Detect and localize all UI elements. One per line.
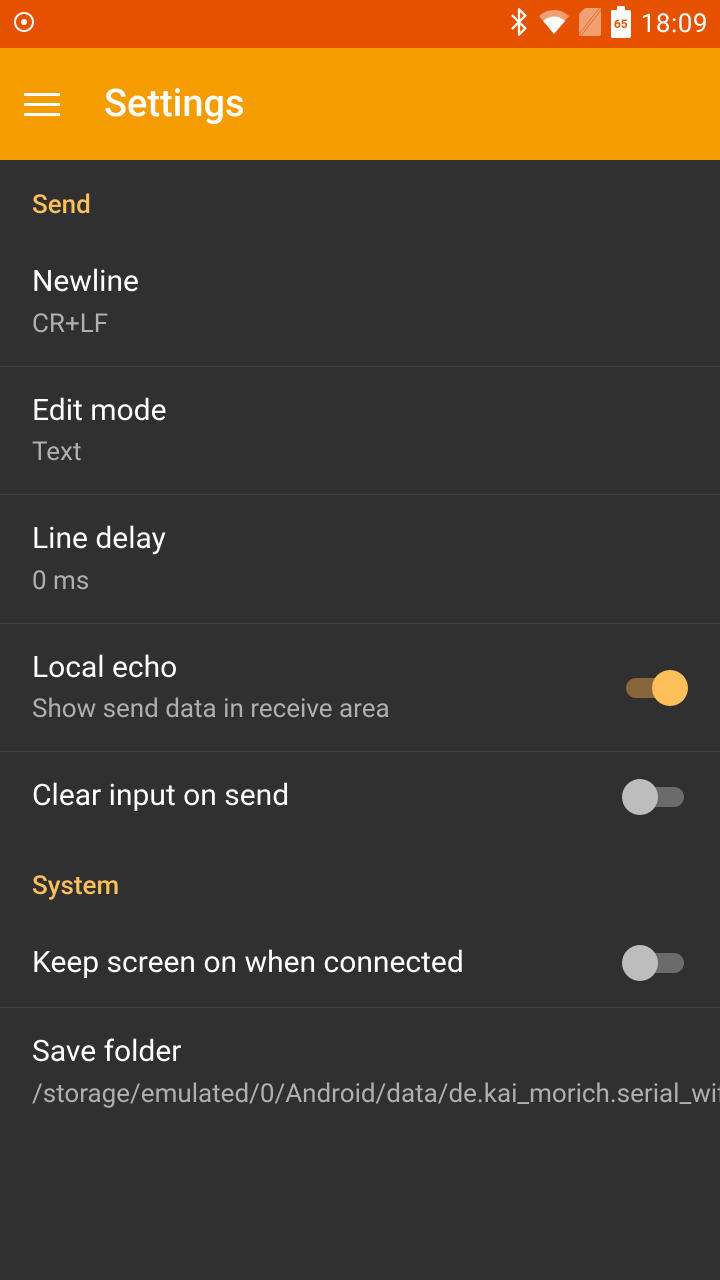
setting-save-folder[interactable]: Save folder /storage/emulated/0/Android/…	[0, 1008, 720, 1136]
no-sim-icon	[579, 8, 601, 40]
setting-title: Keep screen on when connected	[32, 943, 602, 984]
status-left	[12, 10, 36, 38]
app-bar: Settings	[0, 48, 720, 160]
setting-title: Newline	[32, 262, 688, 303]
toggle-local-echo[interactable]	[622, 670, 688, 706]
setting-title: Local echo	[32, 648, 602, 689]
setting-keep-screen-on[interactable]: Keep screen on when connected	[0, 919, 720, 1009]
battery-level: 65	[614, 17, 628, 31]
status-bar: 65 18:09	[0, 0, 720, 48]
setting-title: Line delay	[32, 519, 688, 560]
setting-local-echo[interactable]: Local echo Show send data in receive are…	[0, 624, 720, 753]
settings-list: Send Newline CR+LF Edit mode Text Line d…	[0, 160, 720, 1136]
setting-title: Edit mode	[32, 391, 688, 432]
setting-subtitle: Show send data in receive area	[32, 692, 602, 727]
status-time: 18:09	[641, 9, 708, 39]
toggle-clear-input[interactable]	[622, 779, 688, 815]
setting-value: Text	[32, 435, 688, 470]
setting-value: CR+LF	[32, 307, 688, 342]
target-icon	[12, 10, 36, 38]
menu-icon[interactable]	[24, 86, 60, 122]
bluetooth-icon	[509, 8, 529, 40]
setting-title: Save folder	[32, 1032, 688, 1073]
setting-title: Clear input on send	[32, 776, 602, 817]
status-right: 65 18:09	[509, 8, 708, 40]
setting-edit-mode[interactable]: Edit mode Text	[0, 367, 720, 496]
setting-newline[interactable]: Newline CR+LF	[0, 238, 720, 367]
battery-icon: 65	[611, 10, 631, 38]
section-header-system: System	[0, 841, 720, 919]
page-title: Settings	[104, 82, 245, 126]
setting-line-delay[interactable]: Line delay 0 ms	[0, 495, 720, 624]
section-header-send: Send	[0, 160, 720, 238]
setting-value: /storage/emulated/0/Android/data/de.kai_…	[32, 1077, 688, 1112]
setting-value: 0 ms	[32, 564, 688, 599]
wifi-icon	[539, 10, 569, 38]
toggle-keep-screen-on[interactable]	[622, 945, 688, 981]
setting-clear-input[interactable]: Clear input on send	[0, 752, 720, 841]
